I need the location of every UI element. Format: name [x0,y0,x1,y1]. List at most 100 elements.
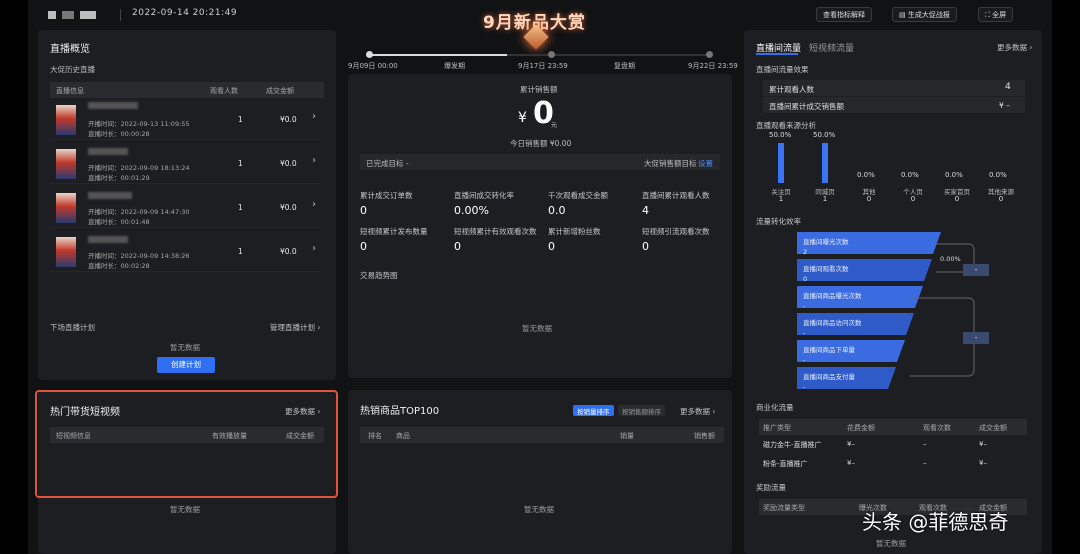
metric-viewers-value: 4 [642,204,649,217]
source-count: 0 [910,195,916,203]
biz-amount: ¥– [979,440,987,448]
live-amount: ¥0.0 [280,115,297,124]
timeline-dot-start [366,51,373,58]
table-row[interactable]: 开播时间：2022-09-09 14:38:26 直播时长：00:02:28 1… [50,232,320,272]
top-bar: 2022-09-14 20:21:49 9月新品大赏 查看指标解释 ▤ 生成大促… [28,0,1052,50]
top100-title: 热销商品TOP100 [360,406,440,417]
metric-video-traffic-value: 0 [642,240,649,253]
fullscreen-label: 全屏 [992,11,1007,19]
metric-new-fans-value: 0 [548,240,555,253]
chevron-right-icon[interactable]: › [312,243,316,254]
source-pct: 0.0% [945,171,963,179]
timeline-phase-2: 复盘期 [614,62,635,70]
manage-plan-link[interactable]: 管理直播计划 › [270,322,320,333]
source-pct: 0.0% [989,171,1007,179]
fullscreen-button[interactable]: ⛶ 全屏 [978,7,1014,22]
biz-type: 粉条-直播推广 [763,460,808,468]
funnel-step-label: 直播间商品支付量 [803,373,855,381]
divider [120,9,121,21]
total-sales-label: 累计销售额 [520,85,558,94]
traffic-effect-title: 直播间流量效果 [756,65,809,74]
live-amount: ¥0.0 [280,203,297,212]
biz-amount: ¥– [979,459,987,467]
table-row: 磁力金牛-直播推广 ¥– – ¥– [763,440,1023,454]
live-duration: 直播时长：00:01:48 [88,218,150,226]
biz-views: – [923,440,927,448]
funnel-step[interactable]: 直播间商品访问次数 - [797,313,914,335]
col-live-info: 直播信息 [56,87,84,95]
trend-chart-title: 交易趋势图 [360,271,398,280]
metric-orders-label: 累计成交订单数 [360,191,413,200]
target-set-link[interactable]: 设置 [698,158,713,169]
funnel-step-label: 直播间商品下单量 [803,346,855,354]
sort-by-volume-button[interactable]: 按销量排序 [573,405,614,416]
chevron-right-icon[interactable]: › [312,111,316,122]
chevron-right-icon[interactable]: › [312,199,316,210]
live-start-time: 开播时间：2022-09-09 14:47:30 [88,208,190,216]
funnel-step[interactable]: 直播间商品支付量 - [797,367,896,389]
funnel-step[interactable]: 直播间商品下单量 - [797,340,905,362]
source-pct: 0.0% [901,171,919,179]
live-title-blurred [88,148,128,155]
next-live-plan-label: 下场直播计划 [50,323,95,332]
table-row[interactable]: 开播时间：2022-09-13 11:09:55 直播时长：00:00:28 1… [50,100,320,140]
today-sales: 今日销售额 ¥0.00 [510,139,572,148]
funnel-step[interactable]: 直播间商品曝光次数 - [797,286,923,308]
create-plan-button[interactable]: 创建计划 [157,357,215,373]
kv-viewers-label: 累计观看人数 [769,85,814,94]
target-label: 大促销售额目标 [644,159,697,168]
funnel-title: 流量转化效率 [756,217,801,226]
indicator-explanation-button[interactable]: 查看指标解释 [816,7,872,22]
top100-no-data: 暂无数据 [524,505,554,514]
live-title-blurred [88,102,138,109]
timeline-dot-end [706,51,713,58]
chevron-right-icon[interactable]: › [312,155,316,166]
trend-no-data: 暂无数据 [522,324,552,333]
biz-table-header: 推广类型 花费金额 观看次数 成交金额 [759,419,1027,435]
top100-more-link[interactable]: 更多数据 › [680,406,715,417]
traffic-kv-row: 累计观看人数 4 [763,80,1025,96]
metric-gpm-label: 千次观看成交金额 [548,191,608,200]
col-biz-views: 观看次数 [923,424,951,432]
account-name-blurred [48,11,96,19]
hot-video-no-data: 暂无数据 [170,505,200,514]
source-bar [778,143,784,183]
sort-by-amount-button[interactable]: 按销售额排序 [618,405,665,416]
col-cost: 花费金额 [847,424,875,432]
col-promo-type: 推广类型 [763,424,791,432]
biz-cost: ¥– [847,459,855,467]
col-product: 商品 [396,432,410,440]
live-thumbnail [56,105,76,135]
source-count: 1 [822,195,828,203]
metric-gpm-value: 0.0 [548,204,566,217]
history-table-header: 直播信息 观看人数 成交金额 [50,82,324,98]
funnel-rate-box-2: - [963,332,989,344]
biz-views: – [923,459,927,467]
timeline-point-2: 9月17日 23:59 [518,62,568,70]
target-done: 已完成目标 - [366,159,409,168]
generate-report-button[interactable]: ▤ 生成大促战报 [892,7,957,22]
col-biz-amount: 成交金额 [979,424,1007,432]
kv-sales-label: 直播间累计成交销售额 [769,102,844,111]
metric-video-count-label: 短视频累计发布数量 [360,227,428,236]
table-row[interactable]: 开播时间：2022-09-09 14:47:30 直播时长：00:01:48 1… [50,188,320,228]
timeline-progress [369,54,507,56]
funnel-step-label: 直播间曝光次数 [803,238,849,246]
live-viewers: 1 [238,247,243,256]
source-count: 0 [998,195,1004,203]
tab-video-traffic[interactable]: 短视频流量 [809,41,854,54]
live-start-time: 开播时间：2022-09-13 11:09:55 [88,120,190,128]
live-duration: 直播时长：00:02:28 [88,262,150,270]
source-count: 1 [778,195,784,203]
metric-conversion-label: 直播间成交转化率 [454,191,514,200]
metric-video-views-value: 0 [454,240,461,253]
target-bar: 已完成目标 - 大促销售额目标 设置 [360,154,720,170]
table-row[interactable]: 开播时间：2022-09-09 18:13:24 直播时长：00:01:29 1… [50,144,320,184]
highlight-box [35,390,338,498]
traffic-more-link[interactable]: 更多数据 › [997,42,1032,53]
live-thumbnail [56,237,76,267]
reward-no-data: 暂无数据 [876,539,906,548]
source-analysis-title: 直播观看来源分析 [756,121,816,130]
sales-currency: ¥ [518,110,527,126]
kv-viewers-value: 4 [1005,82,1011,92]
